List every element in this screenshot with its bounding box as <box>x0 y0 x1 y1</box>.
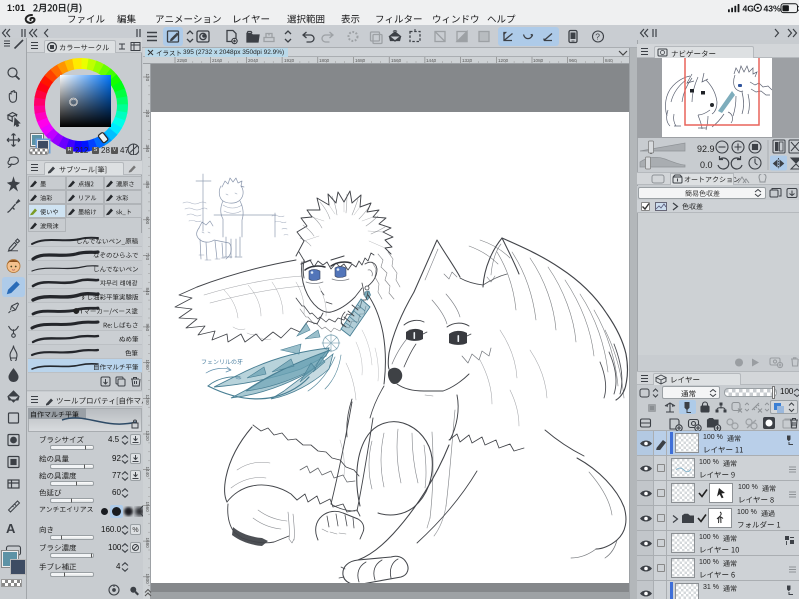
svg-text:2160: 2160 <box>212 58 223 63</box>
svg-text:1080: 1080 <box>145 360 150 371</box>
svg-text:120: 120 <box>145 74 150 82</box>
svg-text:1560: 1560 <box>145 502 150 513</box>
svg-text:960: 960 <box>569 58 577 63</box>
svg-text:840: 840 <box>605 58 613 63</box>
svg-text:2280: 2280 <box>177 58 188 63</box>
svg-text:4G: 4G <box>743 4 755 14</box>
svg-text:960: 960 <box>145 324 150 332</box>
svg-text:1440: 1440 <box>426 58 437 63</box>
svg-text:1800: 1800 <box>319 58 330 63</box>
svg-text:0.0: 0.0 <box>700 160 713 170</box>
svg-text:1800: 1800 <box>145 574 150 585</box>
svg-text:1320: 1320 <box>462 58 473 63</box>
svg-text:92.9: 92.9 <box>697 144 715 154</box>
svg-text:1200: 1200 <box>498 58 509 63</box>
svg-text:1920: 1920 <box>284 58 295 63</box>
svg-text:480: 480 <box>145 181 150 189</box>
svg-text:1080: 1080 <box>533 58 544 63</box>
svg-text:43%: 43% <box>764 4 782 14</box>
svg-text:1200: 1200 <box>145 395 150 406</box>
svg-text:1680: 1680 <box>145 538 150 549</box>
svg-text:240: 240 <box>145 110 150 118</box>
svg-text:1440: 1440 <box>145 467 150 478</box>
svg-text:840: 840 <box>145 288 150 296</box>
svg-text:1680: 1680 <box>355 58 366 63</box>
svg-text:600: 600 <box>145 217 150 225</box>
svg-text:1320: 1320 <box>145 431 150 442</box>
svg-text:2040: 2040 <box>248 58 259 63</box>
svg-text:?: ? <box>595 32 600 42</box>
svg-text:1560: 1560 <box>391 58 402 63</box>
svg-text:720: 720 <box>145 253 150 261</box>
svg-text:360: 360 <box>145 145 150 153</box>
